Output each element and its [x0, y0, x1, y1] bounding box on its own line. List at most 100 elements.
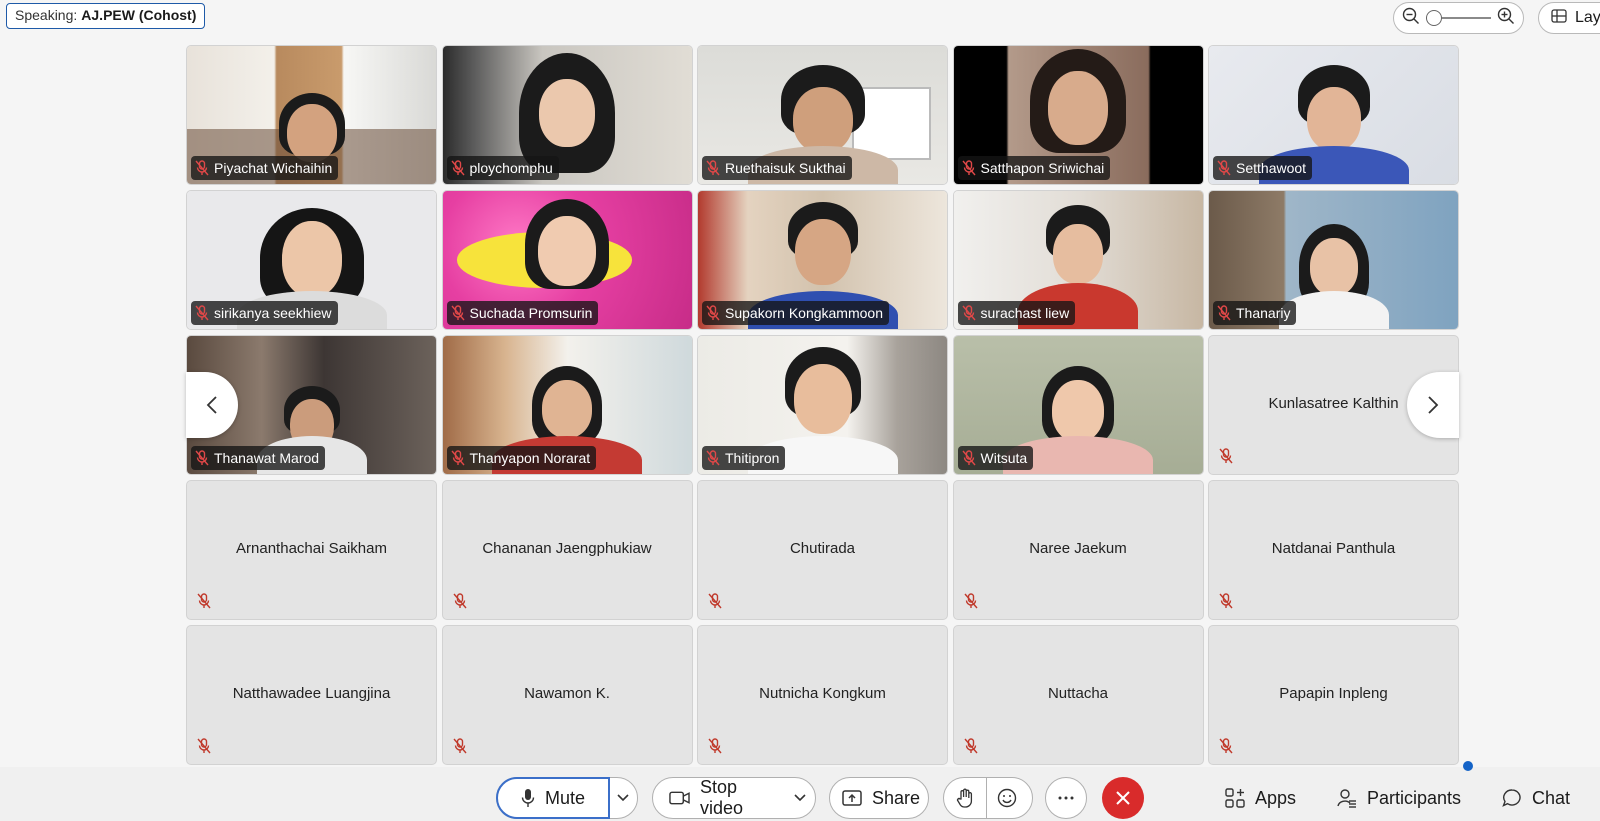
- muted-mic-icon: [452, 738, 467, 754]
- share-screen-icon: [842, 790, 862, 806]
- reactions-control: [943, 777, 1033, 819]
- participant-nametag: Supakorn Kongkammoon: [702, 301, 889, 325]
- participant-nametag: Thanawat Marod: [191, 446, 326, 470]
- chat-bubble-icon: [1502, 789, 1521, 807]
- speaking-label: Speaking:: [15, 7, 78, 23]
- participants-label: Participants: [1367, 787, 1462, 808]
- muted-mic-icon: [195, 305, 209, 321]
- more-options-button[interactable]: [1045, 777, 1087, 819]
- apps-button[interactable]: Apps: [1225, 777, 1296, 819]
- avatar-tile[interactable]: Nutnicha Kongkum: [697, 625, 948, 765]
- speaking-indicator: Speaking: AJ.PEW (Cohost): [6, 3, 206, 29]
- close-icon: [1116, 791, 1130, 805]
- apps-label: Apps: [1255, 787, 1297, 808]
- mute-button[interactable]: Mute: [496, 777, 610, 819]
- zoom-slider[interactable]: [1426, 9, 1491, 27]
- audio-options-dropdown[interactable]: [610, 778, 636, 818]
- video-tile[interactable]: ploychomphu: [441, 45, 693, 185]
- participant-nametag: Thitipron: [702, 446, 786, 470]
- muted-mic-icon: [961, 160, 976, 176]
- muted-mic-icon: [963, 593, 978, 609]
- participants-icon: [1337, 789, 1356, 808]
- participant-name: Nawamon K.: [524, 684, 610, 702]
- muted-mic-icon: [450, 305, 465, 321]
- muted-mic-icon: [1219, 738, 1233, 754]
- participant-nametag: Ruethaisuk Sukthai: [702, 156, 852, 180]
- video-tile[interactable]: Satthapon Sriwichai: [952, 45, 1204, 185]
- avatar-tile[interactable]: Naree Jaekum: [952, 480, 1204, 620]
- layout-button[interactable]: Lay: [1538, 2, 1600, 34]
- avatar-tile[interactable]: Nuttacha: [952, 625, 1204, 765]
- participant-name: Chananan Jaengphukiaw: [482, 539, 652, 557]
- meeting-toolbar: Mute Stop video Share Apps Participants …: [0, 761, 1600, 821]
- video-options-dropdown[interactable]: [793, 778, 815, 818]
- participant-nametag: sirikanya seekhiew: [191, 301, 338, 325]
- leave-meeting-button[interactable]: [1102, 777, 1144, 819]
- muted-mic-icon: [1217, 160, 1231, 176]
- participant-name: Natthawadee Luangjina: [232, 684, 391, 702]
- emoji-reaction-icon: [997, 788, 1017, 808]
- avatar-tile[interactable]: Arnanthachai Saikham: [186, 480, 437, 620]
- share-button[interactable]: Share: [829, 777, 929, 819]
- muted-mic-icon: [706, 450, 720, 466]
- participant-nametag: Thanariy: [1213, 301, 1297, 325]
- avatar-tile[interactable]: Natthawadee Luangjina: [186, 625, 437, 765]
- video-tile[interactable]: Thanyapon Norarat: [441, 335, 693, 475]
- avatar-tile[interactable]: Papapin Inpleng: [1208, 625, 1459, 765]
- participant-name: surachast liew: [980, 305, 1070, 321]
- participant-name: Natdanai Panthula: [1271, 539, 1396, 557]
- stop-video-label: Stop video: [699, 777, 743, 818]
- participant-name: Ruethaisuk Sukthai: [725, 160, 846, 176]
- apps-icon: [1225, 788, 1245, 808]
- video-tile[interactable]: Setthawoot: [1208, 45, 1459, 185]
- chevron-down-icon: [617, 794, 629, 802]
- participant-name: Papapin Inpleng: [1279, 684, 1388, 702]
- avatar-tile[interactable]: Nawamon K.: [441, 625, 693, 765]
- microphone-icon: [521, 789, 535, 807]
- reactions-button[interactable]: [987, 778, 1027, 818]
- video-tile[interactable]: Thanariy: [1208, 190, 1459, 330]
- participant-name: Nutnicha Kongkum: [759, 684, 886, 702]
- share-label: Share: [872, 787, 921, 808]
- participant-name: ploychomphu: [469, 160, 553, 176]
- zoom-out-icon[interactable]: [1402, 7, 1420, 30]
- muted-mic-icon: [706, 305, 720, 321]
- muted-mic-icon: [195, 160, 209, 176]
- avatar-tile[interactable]: Chutirada: [697, 480, 948, 620]
- chat-button[interactable]: Chat: [1502, 777, 1570, 819]
- participant-name: Thanawat Marod: [214, 450, 320, 466]
- layout-label: Lay: [1575, 9, 1600, 26]
- raise-hand-icon: [956, 788, 973, 808]
- video-tile[interactable]: Witsuta: [952, 335, 1204, 475]
- participant-name: Piyachat Wichaihin: [214, 160, 333, 176]
- video-tile[interactable]: Ruethaisuk Sukthai: [697, 45, 948, 185]
- participant-name: Arnanthachai Saikham: [236, 539, 387, 557]
- participants-button[interactable]: Participants: [1337, 777, 1461, 819]
- avatar-tile[interactable]: Chananan Jaengphukiaw: [441, 480, 693, 620]
- participant-name: Witsuta: [980, 450, 1028, 466]
- participant-name: Nuttacha: [1047, 684, 1109, 702]
- zoom-control[interactable]: [1393, 2, 1524, 34]
- video-tile[interactable]: Suchada Promsurin: [441, 190, 693, 330]
- video-camera-icon: [669, 791, 690, 805]
- participant-nametag: Piyachat Wichaihin: [191, 156, 339, 180]
- zoom-slider-handle[interactable]: [1426, 10, 1442, 26]
- muted-mic-icon: [450, 160, 465, 176]
- participant-name: Thanariy: [1236, 305, 1291, 321]
- video-tile[interactable]: Piyachat Wichaihin: [186, 45, 437, 185]
- video-tile[interactable]: surachast liew: [952, 190, 1204, 330]
- participant-name: Naree Jaekum: [1029, 539, 1127, 557]
- video-tile[interactable]: sirikanya seekhiew: [186, 190, 437, 330]
- zoom-in-icon[interactable]: [1497, 7, 1515, 30]
- stop-video-button[interactable]: Stop video: [653, 777, 793, 818]
- raise-hand-button[interactable]: [944, 778, 986, 818]
- muted-mic-icon: [708, 593, 722, 609]
- video-control: Stop video: [652, 777, 816, 819]
- video-tile[interactable]: Supakorn Kongkammoon: [697, 190, 948, 330]
- avatar-tile[interactable]: Natdanai Panthula: [1208, 480, 1459, 620]
- muted-mic-icon: [197, 738, 211, 754]
- participant-nametag: ploychomphu: [446, 156, 559, 180]
- participant-grid: Piyachat Wichaihin ploychomphu Ruethaisu…: [186, 45, 1459, 766]
- muted-mic-icon: [961, 305, 976, 321]
- video-tile[interactable]: Thitipron: [697, 335, 948, 475]
